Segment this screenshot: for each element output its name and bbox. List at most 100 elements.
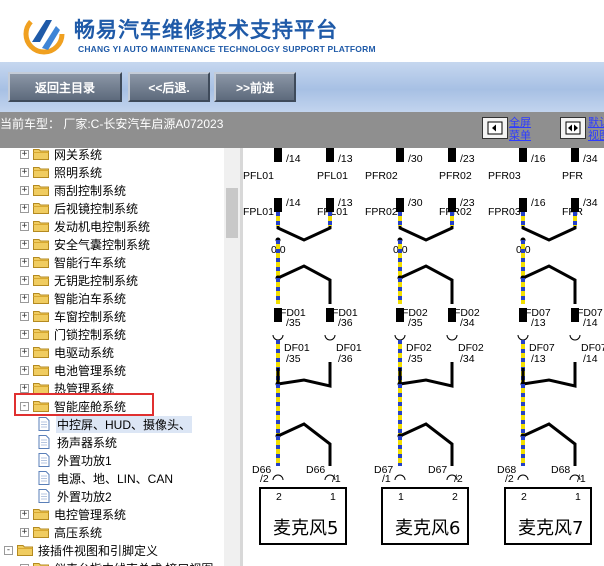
connector-pin xyxy=(326,148,334,162)
pin-number: /35 xyxy=(408,353,423,365)
collapse-icon[interactable]: - xyxy=(4,545,13,555)
tree-item[interactable]: + 雨刮控制系统 xyxy=(20,181,127,199)
tree-item[interactable]: + 电控管理系统 xyxy=(20,505,127,523)
tree-item[interactable]: 电源、地、LIN、CAN xyxy=(38,469,174,487)
pin-number: /34 xyxy=(583,197,598,209)
pin-number: /14 xyxy=(583,317,598,329)
connector-pin xyxy=(571,148,579,162)
microphone-label: 麦克风5 xyxy=(273,518,338,539)
expand-icon[interactable]: + xyxy=(20,221,29,231)
expand-icon[interactable]: + xyxy=(20,149,29,159)
expand-icon[interactable]: + xyxy=(20,293,29,303)
default-link[interactable]: 默认 xyxy=(588,117,604,129)
home-button[interactable]: 返回主目录 xyxy=(8,72,122,102)
expand-icon[interactable]: + xyxy=(20,311,29,321)
pin-number: /34 xyxy=(460,353,475,365)
tree-item[interactable]: + 门锁控制系统 xyxy=(20,325,127,343)
view-link[interactable]: 视图 xyxy=(588,130,604,142)
connector-pin xyxy=(396,148,404,162)
connector-arc xyxy=(446,334,458,341)
fullscreen-button[interactable] xyxy=(482,117,508,139)
fullscreen-link[interactable]: 全屏 xyxy=(509,117,531,129)
tree-item[interactable]: + 安全气囊控制系统 xyxy=(20,235,151,253)
document-icon xyxy=(38,417,50,431)
back-button[interactable]: <<后退. xyxy=(128,72,210,102)
tree-item[interactable]: + 网关系统 xyxy=(20,148,103,163)
pin-number: /13 xyxy=(531,353,546,365)
expand-icon[interactable]: + xyxy=(20,365,29,375)
tree-item[interactable]: + 电池管理系统 xyxy=(20,361,127,379)
connector-label: FPR xyxy=(562,206,583,218)
shield-line xyxy=(399,264,454,304)
tree-item-label: 车窗控制系统 xyxy=(54,309,127,324)
expand-icon[interactable]: + xyxy=(20,347,29,357)
expand-icon[interactable]: + xyxy=(20,257,29,267)
folder-icon xyxy=(33,346,49,358)
expand-icon[interactable]: + xyxy=(20,239,29,249)
folder-icon xyxy=(33,184,49,196)
tree-item[interactable]: + 智能行车系统 xyxy=(20,253,127,271)
connector-label: FPL01 xyxy=(243,206,274,218)
tree-item-label: 外置功放2 xyxy=(57,489,112,504)
expand-icon[interactable]: + xyxy=(20,185,29,195)
pin-number: /35 xyxy=(286,353,301,365)
document-icon xyxy=(38,435,50,449)
tree-item[interactable]: + 后视镜控制系统 xyxy=(20,199,139,217)
tree-item[interactable]: + 智能泊车系统 xyxy=(20,289,127,307)
tree-item[interactable]: + 照明系统 xyxy=(20,163,103,181)
pin-number: /23 xyxy=(460,153,475,165)
expand-icon[interactable]: + xyxy=(20,383,29,393)
tree-item-label: 扬声器系统 xyxy=(57,435,118,450)
tree-scroll-thumb[interactable] xyxy=(226,188,238,238)
shield-line xyxy=(522,264,577,304)
expand-icon[interactable]: + xyxy=(20,509,29,519)
pin-number: 2 xyxy=(452,491,458,503)
tree-item[interactable]: 扬声器系统 xyxy=(38,433,118,451)
tree-item-label: 中控屏、HUD、摄像头、 xyxy=(56,415,192,433)
shield-line xyxy=(277,422,332,466)
menu-link[interactable]: 菜单 xyxy=(509,130,531,142)
tree-item-label: 安全气囊控制系统 xyxy=(54,237,151,252)
tree-item-label: 智能行车系统 xyxy=(54,255,127,270)
shield-line xyxy=(521,362,577,388)
shield-line xyxy=(398,362,454,388)
expand-icon[interactable]: + xyxy=(20,167,29,177)
folder-icon xyxy=(33,508,49,520)
brand-title: 畅易汽车维修技术支持平台 xyxy=(74,18,338,42)
tree-item[interactable]: + 无钥匙控制系统 xyxy=(20,271,139,289)
folder-icon xyxy=(33,562,49,566)
tree-item-label: 电池管理系统 xyxy=(54,363,127,378)
tree-item[interactable]: + 电驱动系统 xyxy=(20,343,115,361)
microphone-label: 麦克风6 xyxy=(395,518,460,539)
tree-item[interactable]: - 接插件视图和引脚定义 xyxy=(4,541,159,559)
connector-label: D68 xyxy=(551,464,570,476)
expand-icon[interactable]: + xyxy=(20,203,29,213)
folder-icon xyxy=(33,328,49,340)
pin-number: /2 xyxy=(260,473,269,485)
connector-label: PFR02 xyxy=(439,170,472,182)
tree-item[interactable]: + 高压系统 xyxy=(20,523,103,541)
pin-number: /36 xyxy=(338,317,353,329)
pin-number: /1 xyxy=(382,473,391,485)
tree-item[interactable]: + 发动机电控制系统 xyxy=(20,217,151,235)
tree-item[interactable]: + 车窗控制系统 xyxy=(20,307,127,325)
pin-number: 1 xyxy=(398,491,404,503)
tree-item[interactable]: 中控屏、HUD、摄像头、 xyxy=(38,415,192,433)
pin-number: /16 xyxy=(531,197,546,209)
tree-item-label: 接插件视图和引脚定义 xyxy=(38,543,159,558)
toolbar: 返回主目录 <<后退. >>前进 xyxy=(0,62,604,112)
connector-arc xyxy=(517,474,529,481)
tree-item[interactable]: 外置功放2 xyxy=(38,487,113,505)
tree-item-label: 电驱动系统 xyxy=(54,345,115,360)
pin-number: /2 xyxy=(454,473,463,485)
expand-icon[interactable]: + xyxy=(20,527,29,537)
expand-icon[interactable]: + xyxy=(20,275,29,285)
default-view-button[interactable] xyxy=(560,117,586,139)
tree-item-label: 门锁控制系统 xyxy=(54,327,127,342)
expand-icon[interactable]: + xyxy=(20,329,29,339)
forward-button[interactable]: >>前进 xyxy=(214,72,296,102)
vehicle-info-bar: 当前车型： 厂家:C-长安汽车启源A072023 全屏 菜单 默认 视图 xyxy=(0,112,604,148)
tree-item[interactable]: 仪表台指中线束总成 接口视图 xyxy=(20,559,214,566)
tree-item[interactable]: 外置功放1 xyxy=(38,451,113,469)
pin-number: 2 xyxy=(521,491,527,503)
